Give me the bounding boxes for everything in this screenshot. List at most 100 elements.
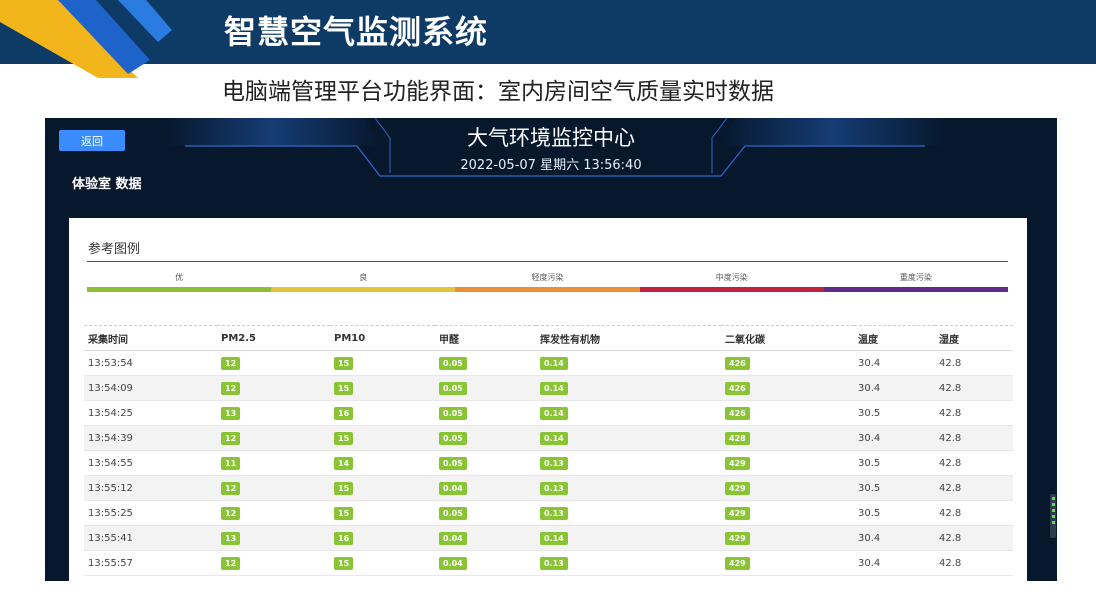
level-badge: 0.05 (439, 456, 467, 470)
header-col-humidity: 湿度 (935, 325, 1013, 351)
table-row: 13:53:54 12 15 0.05 0.14 426 30.4 42.8 (84, 350, 1013, 376)
legend-item-good: 良 (271, 272, 456, 292)
level-badge: 0.13 (540, 456, 568, 470)
scrollbar-handle[interactable] (1050, 494, 1056, 538)
table-row: 13:55:25 12 15 0.05 0.13 429 30.5 42.8 (84, 500, 1013, 526)
level-badge: 0.14 (540, 406, 568, 420)
air-quality-table: 采集时间 PM2.5 PM10 甲醛 挥发性有机物 二氧化碳 温度 湿度 13:53:54 12… (84, 325, 1013, 576)
level-badge: 0.04 (439, 556, 467, 570)
legend-swatch (271, 287, 456, 292)
cell-col-temperature: 30.4 (854, 550, 935, 576)
cell-col-temperature: 30.5 (854, 400, 935, 426)
legend-bar: 优 良 轻度污染 中度污染 重度污染 (87, 272, 1009, 292)
cell-col-humidity: 42.8 (935, 475, 1013, 501)
app-window: 返回 体验室 数据 大气环境监控中心 2022-05-07 星期六 13:56:… (45, 118, 1057, 581)
level-badge: 426 (725, 406, 750, 420)
level-badge: 12 (221, 381, 241, 395)
corner-logo-mark (0, 0, 172, 78)
legend-label: 优 (175, 273, 184, 282)
level-badge: 0.13 (540, 556, 568, 570)
legend-divider (87, 261, 1008, 262)
header-col-time: 采集时间 (84, 325, 217, 351)
level-badge: 15 (334, 481, 354, 495)
legend-label: 重度污染 (899, 273, 932, 282)
table-row: 13:54:09 12 15 0.05 0.14 426 30.4 42.8 (84, 375, 1013, 401)
cell-col-co2: 426 (721, 350, 854, 376)
cell-col-voc: 0.14 (536, 350, 721, 376)
cell-col-humidity: 42.8 (935, 500, 1013, 526)
cell-col-pm25: 12 (217, 550, 330, 576)
legend-label: 轻度污染 (531, 273, 564, 282)
cell-col-temperature: 30.4 (854, 350, 935, 376)
cell-col-voc: 0.14 (536, 425, 721, 451)
level-badge: 12 (221, 506, 241, 520)
level-badge: 15 (334, 356, 354, 370)
level-badge: 429 (725, 531, 750, 545)
level-badge: 12 (221, 356, 241, 370)
cell-col-temperature: 30.5 (854, 500, 935, 526)
cell-col-humidity: 42.8 (935, 450, 1013, 476)
cell-col-time: 13:54:25 (84, 400, 217, 426)
table-row: 13:54:25 13 16 0.05 0.14 426 30.5 42.8 (84, 400, 1013, 426)
level-badge: 13 (221, 531, 241, 545)
header-col-temperature: 温度 (854, 325, 935, 351)
cell-col-formaldehyde: 0.04 (435, 525, 536, 551)
cell-col-temperature: 30.5 (854, 450, 935, 476)
table-row: 13:54:39 12 15 0.05 0.14 428 30.4 42.8 (84, 425, 1013, 451)
cell-col-time: 13:55:57 (84, 550, 217, 576)
header-col-formaldehyde: 甲醛 (435, 325, 536, 351)
cell-col-pm10: 16 (330, 525, 435, 551)
cell-col-co2: 429 (721, 550, 854, 576)
cell-col-temperature: 30.4 (854, 425, 935, 451)
cell-col-formaldehyde: 0.05 (435, 375, 536, 401)
cell-col-pm25: 12 (217, 350, 330, 376)
level-badge: 0.14 (540, 381, 568, 395)
cell-col-pm25: 12 (217, 375, 330, 401)
legend-item-heavy-pollution: 重度污染 (823, 272, 1009, 292)
cell-col-pm25: 12 (217, 475, 330, 501)
cell-col-voc: 0.14 (536, 400, 721, 426)
level-badge: 12 (221, 481, 241, 495)
legend-label: 良 (359, 273, 368, 282)
legend-item-excellent: 优 (87, 272, 272, 292)
table-row: 13:55:12 12 15 0.04 0.13 429 30.5 42.8 (84, 475, 1013, 501)
level-badge: 0.05 (439, 431, 467, 445)
cell-col-co2: 428 (721, 425, 854, 451)
level-badge: 0.04 (439, 531, 467, 545)
cell-col-humidity: 42.8 (935, 350, 1013, 376)
level-badge: 15 (334, 381, 354, 395)
cell-col-voc: 0.13 (536, 550, 721, 576)
cell-col-formaldehyde: 0.05 (435, 425, 536, 451)
level-badge: 12 (221, 556, 241, 570)
legend-title: 参考图例 (88, 242, 141, 257)
cell-col-pm10: 15 (330, 350, 435, 376)
level-badge: 0.13 (540, 506, 568, 520)
cell-col-pm10: 15 (330, 500, 435, 526)
level-badge: 15 (334, 556, 354, 570)
cell-col-co2: 426 (721, 400, 854, 426)
table-row: 13:55:41 13 16 0.04 0.14 429 30.4 42.8 (84, 525, 1013, 551)
level-badge: 0.13 (540, 481, 568, 495)
legend-item-light-pollution: 轻度污染 (455, 272, 640, 292)
level-badge: 426 (725, 356, 750, 370)
cell-col-formaldehyde: 0.05 (435, 450, 536, 476)
cell-col-humidity: 42.8 (935, 400, 1013, 426)
level-badge: 0.14 (540, 356, 568, 370)
level-badge: 429 (725, 506, 750, 520)
header-col-pm25: PM2.5 (217, 325, 330, 351)
cell-col-temperature: 30.5 (854, 475, 935, 501)
cell-col-pm10: 15 (330, 550, 435, 576)
cell-col-time: 13:54:09 (84, 375, 217, 401)
level-badge: 429 (725, 456, 750, 470)
cell-col-pm25: 12 (217, 500, 330, 526)
level-badge: 0.05 (439, 506, 467, 520)
legend-swatch (823, 287, 1009, 292)
level-badge: 14 (334, 456, 354, 470)
cell-col-voc: 0.14 (536, 525, 721, 551)
cell-col-time: 13:55:25 (84, 500, 217, 526)
cell-col-co2: 426 (721, 375, 854, 401)
cell-col-time: 13:53:54 (84, 350, 217, 376)
cell-col-pm25: 13 (217, 525, 330, 551)
cell-col-co2: 429 (721, 525, 854, 551)
cell-col-humidity: 42.8 (935, 425, 1013, 451)
